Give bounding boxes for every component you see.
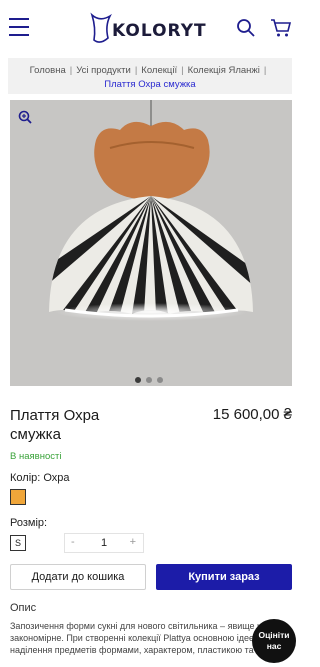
rate-us-button[interactable]: Оцініти нас	[252, 619, 296, 663]
search-icon[interactable]	[236, 18, 256, 38]
gallery-dot[interactable]	[135, 377, 141, 383]
breadcrumb-separator: |	[181, 65, 184, 76]
logo[interactable]: KOLORYT	[86, 12, 206, 48]
quantity-decrease-button[interactable]: -	[71, 536, 75, 548]
gallery-dot[interactable]	[157, 377, 163, 383]
quantity-stepper: - 1 +	[64, 533, 144, 553]
breadcrumb-item-collections[interactable]: Колекції	[141, 65, 177, 76]
breadcrumb-current: Плаття Охра смужка	[104, 79, 196, 90]
lamp-illustration	[10, 100, 292, 386]
breadcrumb-separator: |	[69, 65, 73, 76]
header: KOLORYT	[0, 0, 300, 58]
logo-text: KOLORYT	[112, 21, 207, 41]
gallery-dot[interactable]	[146, 377, 152, 383]
buy-now-button[interactable]: Купити зараз	[156, 564, 292, 590]
breadcrumb-item-home[interactable]: Головна	[30, 65, 66, 76]
quantity-increase-button[interactable]: +	[130, 536, 136, 548]
description-text: Запозичення форми сукні для нового світи…	[10, 621, 288, 655]
size-option-s[interactable]: S	[10, 535, 26, 551]
size-label: Розмір:	[10, 517, 48, 529]
stock-status: В наявності	[10, 451, 62, 462]
breadcrumb-item-collection[interactable]: Колекція Яланжі	[188, 65, 260, 76]
breadcrumb-separator: |	[263, 65, 267, 76]
gallery-dots	[135, 370, 168, 386]
product-title: Плаття Охра смужка	[10, 407, 100, 443]
product-price: 15 600,00 ₴	[212, 406, 292, 423]
product-image[interactable]	[10, 100, 292, 386]
hamburger-icon[interactable]	[9, 18, 29, 36]
cart-icon[interactable]	[270, 18, 292, 38]
breadcrumb-separator: |	[134, 65, 138, 76]
quantity-value[interactable]: 1	[101, 537, 107, 549]
color-swatch-ochre[interactable]	[10, 489, 26, 505]
zoom-in-icon[interactable]	[18, 110, 32, 124]
description-heading: Опис	[10, 602, 37, 614]
breadcrumb-item-all-products[interactable]: Усі продукти	[76, 65, 131, 76]
add-to-cart-button[interactable]: Додати до кошика	[10, 564, 146, 590]
color-label: Колір: Охра	[10, 472, 70, 484]
breadcrumb: Головна | Усі продукти | Колекції | Колекція Я…	[8, 58, 292, 94]
